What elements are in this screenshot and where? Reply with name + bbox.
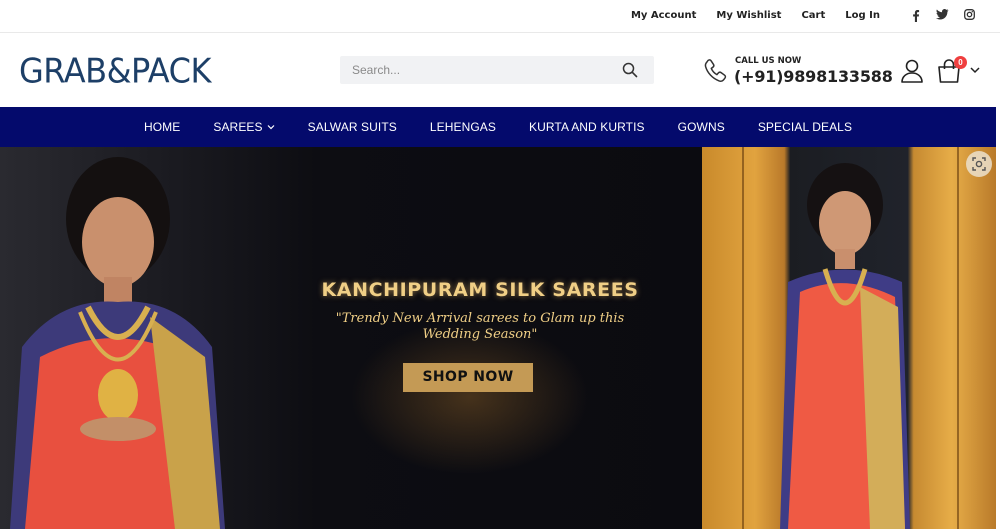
nav-label: GOWNS — [677, 120, 725, 134]
banner-title: KANCHIPURAM SILK SAREES — [321, 279, 639, 301]
main-navigation: HOME SAREES SALWAR SUITS LEHENGAS KURTA … — [0, 107, 996, 147]
nav-item-home[interactable]: HOME — [144, 120, 180, 134]
shop-now-button[interactable]: SHOP NOW — [403, 363, 533, 392]
nav-item-lehengas[interactable]: LEHENGAS — [430, 120, 496, 134]
nav-label: HOME — [143, 120, 181, 134]
nav-label: LEHENGAS — [429, 120, 497, 134]
nav-label: SALWAR SUITS — [307, 120, 397, 134]
my-account-link[interactable]: My Account — [631, 10, 696, 21]
site-logo[interactable]: GRAB&PACK — [19, 51, 211, 91]
cart-link[interactable]: Cart — [801, 10, 825, 21]
visual-search-button[interactable] — [966, 151, 992, 177]
nav-item-special-deals[interactable]: SPECIAL DEALS — [758, 120, 852, 134]
login-link[interactable]: Log In — [845, 10, 880, 21]
account-links: My Account My Wishlist Cart Log In — [611, 10, 880, 21]
search-input[interactable] — [340, 56, 620, 84]
chevron-down-icon — [267, 125, 275, 130]
nav-item-gowns[interactable]: GOWNS — [678, 120, 725, 134]
phone-number[interactable]: (+91)9898133588 — [734, 67, 893, 86]
call-us-block: CALL US NOW (+91)9898133588 — [702, 55, 893, 89]
banner-subtitle-line: "Trendy New Arrival sarees to Glam up th… — [335, 311, 625, 326]
call-us-label: CALL US NOW — [735, 56, 802, 66]
lens-icon — [972, 157, 986, 171]
twitter-icon[interactable] — [936, 9, 949, 23]
instagram-icon[interactable] — [963, 9, 976, 23]
phone-icon — [704, 59, 727, 82]
door-divider — [742, 147, 744, 529]
nav-item-salwar-suits[interactable]: SALWAR SUITS — [308, 120, 397, 134]
model-image-right — [780, 163, 910, 529]
model-image-left — [10, 157, 225, 529]
banner-subtitle-line: Wedding Season" — [422, 327, 538, 342]
banner-subtitle: "Trendy New Arrival sarees to Glam up th… — [300, 311, 660, 343]
search-bar — [340, 56, 654, 84]
social-links — [909, 9, 976, 23]
site-header: GRAB&PACK CALL US NOW (+91)9898133588 0 — [0, 33, 1000, 107]
search-icon[interactable] — [622, 62, 638, 78]
nav-item-kurta-and-kurtis[interactable]: KURTA AND KURTIS — [529, 120, 645, 134]
nav-label: SPECIAL DEALS — [757, 120, 853, 134]
my-wishlist-link[interactable]: My Wishlist — [716, 10, 781, 21]
nav-label: SAREES — [213, 120, 263, 134]
door-divider — [957, 147, 959, 529]
user-account-icon[interactable] — [899, 58, 925, 84]
top-utility-bar: My Account My Wishlist Cart Log In — [0, 0, 1000, 33]
chevron-down-icon[interactable] — [970, 66, 980, 74]
cart-count-badge: 0 — [954, 56, 967, 69]
facebook-icon[interactable] — [909, 9, 922, 23]
nav-item-sarees[interactable]: SAREES — [213, 120, 275, 134]
nav-label: KURTA AND KURTIS — [529, 120, 645, 134]
hero-banner[interactable]: KANCHIPURAM SILK SAREES "Trendy New Arri… — [0, 147, 996, 529]
